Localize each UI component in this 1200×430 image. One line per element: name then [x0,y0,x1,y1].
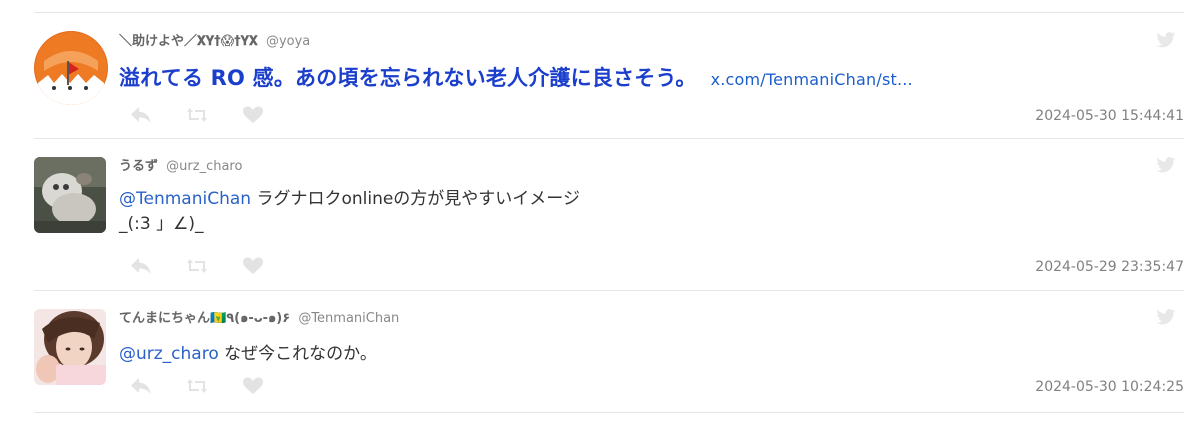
tweet-body: 溢れてる RO 感。あの頃を忘られない老人介護に良さそう。 [119,66,697,90]
tweet-item: てんまにちゃん🇻🇨٩(๑-ᴗ-๑)۶ @TenmaniChan @urz_cha… [34,307,1184,413]
twitter-bird-icon[interactable] [1156,309,1176,325]
reply-icon[interactable] [130,377,152,395]
tweet-link[interactable]: x.com/TenmaniChan/st... [711,70,913,89]
tweet-item: ＼助けよや／𝐗𝐘†😱†𝐘𝐗 @yoya 溢れてる RO 感。あの頃を忘られない老… [34,30,1184,138]
tweet-text: 溢れてる RO 感。あの頃を忘られない老人介護に良さそう。 x.com/Tenma… [119,62,913,92]
divider [34,290,1184,291]
heart-icon[interactable] [242,106,264,124]
tweet-header: てんまにちゃん🇻🇨٩(๑-ᴗ-๑)۶ @TenmaniChan [119,307,399,328]
tweet-text: @TenmaniChan ラグナロクonlineの方が見やすいイメージ _(:3… [119,187,580,237]
retweet-icon[interactable] [186,106,208,124]
twitter-bird-icon[interactable] [1156,32,1176,48]
display-name[interactable]: てんまにちゃん🇻🇨٩(๑-ᴗ-๑)۶ [119,311,290,326]
tweet-actions [130,377,280,395]
mention-link[interactable]: @TenmaniChan [119,189,251,209]
avatar[interactable] [34,157,106,233]
tweet-text: @urz_charo なぜ今これなのか。 [119,342,377,367]
tweet-actions [130,106,280,124]
user-handle[interactable]: @yoya [266,34,310,49]
avatar[interactable] [34,31,108,105]
tweet-actions [130,257,280,275]
user-handle[interactable]: @urz_charo [166,159,242,174]
timestamp[interactable]: 2024-05-29 23:35:47 [1035,259,1184,275]
display-name[interactable]: ＼助けよや／𝐗𝐘†😱†𝐘𝐗 [119,34,258,49]
heart-icon[interactable] [242,257,264,275]
retweet-icon[interactable] [186,377,208,395]
display-name[interactable]: うるず [119,159,158,174]
heart-icon[interactable] [242,377,264,395]
tweet-item: うるず @urz_charo @TenmaniChan ラグナロクonlineの… [34,155,1184,290]
retweet-icon[interactable] [186,257,208,275]
reply-icon[interactable] [130,257,152,275]
mention-link[interactable]: @urz_charo [119,344,219,364]
tweet-header: うるず @urz_charo [119,155,242,174]
divider [34,412,1184,413]
timestamp[interactable]: 2024-05-30 15:44:41 [1035,108,1184,124]
reply-icon[interactable] [130,106,152,124]
tweet-body: なぜ今これなのか。 [218,344,377,364]
twitter-bird-icon[interactable] [1156,157,1176,173]
divider [34,12,1184,13]
tweet-header: ＼助けよや／𝐗𝐘†😱†𝐘𝐗 @yoya [119,30,310,49]
timestamp[interactable]: 2024-05-30 10:24:25 [1035,379,1184,395]
divider [34,138,1184,139]
tweet-line: @TenmaniChan ラグナロクonlineの方が見やすいイメージ [119,187,580,212]
user-handle[interactable]: @TenmaniChan [298,311,399,326]
tweet-body: ラグナロクonlineの方が見やすいイメージ [251,189,580,209]
avatar[interactable] [34,309,106,385]
tweet-line: _(:3 」∠)_ [119,214,204,234]
tweet-feed: ＼助けよや／𝐗𝐘†😱†𝐘𝐗 @yoya 溢れてる RO 感。あの頃を忘られない老… [34,0,1184,430]
